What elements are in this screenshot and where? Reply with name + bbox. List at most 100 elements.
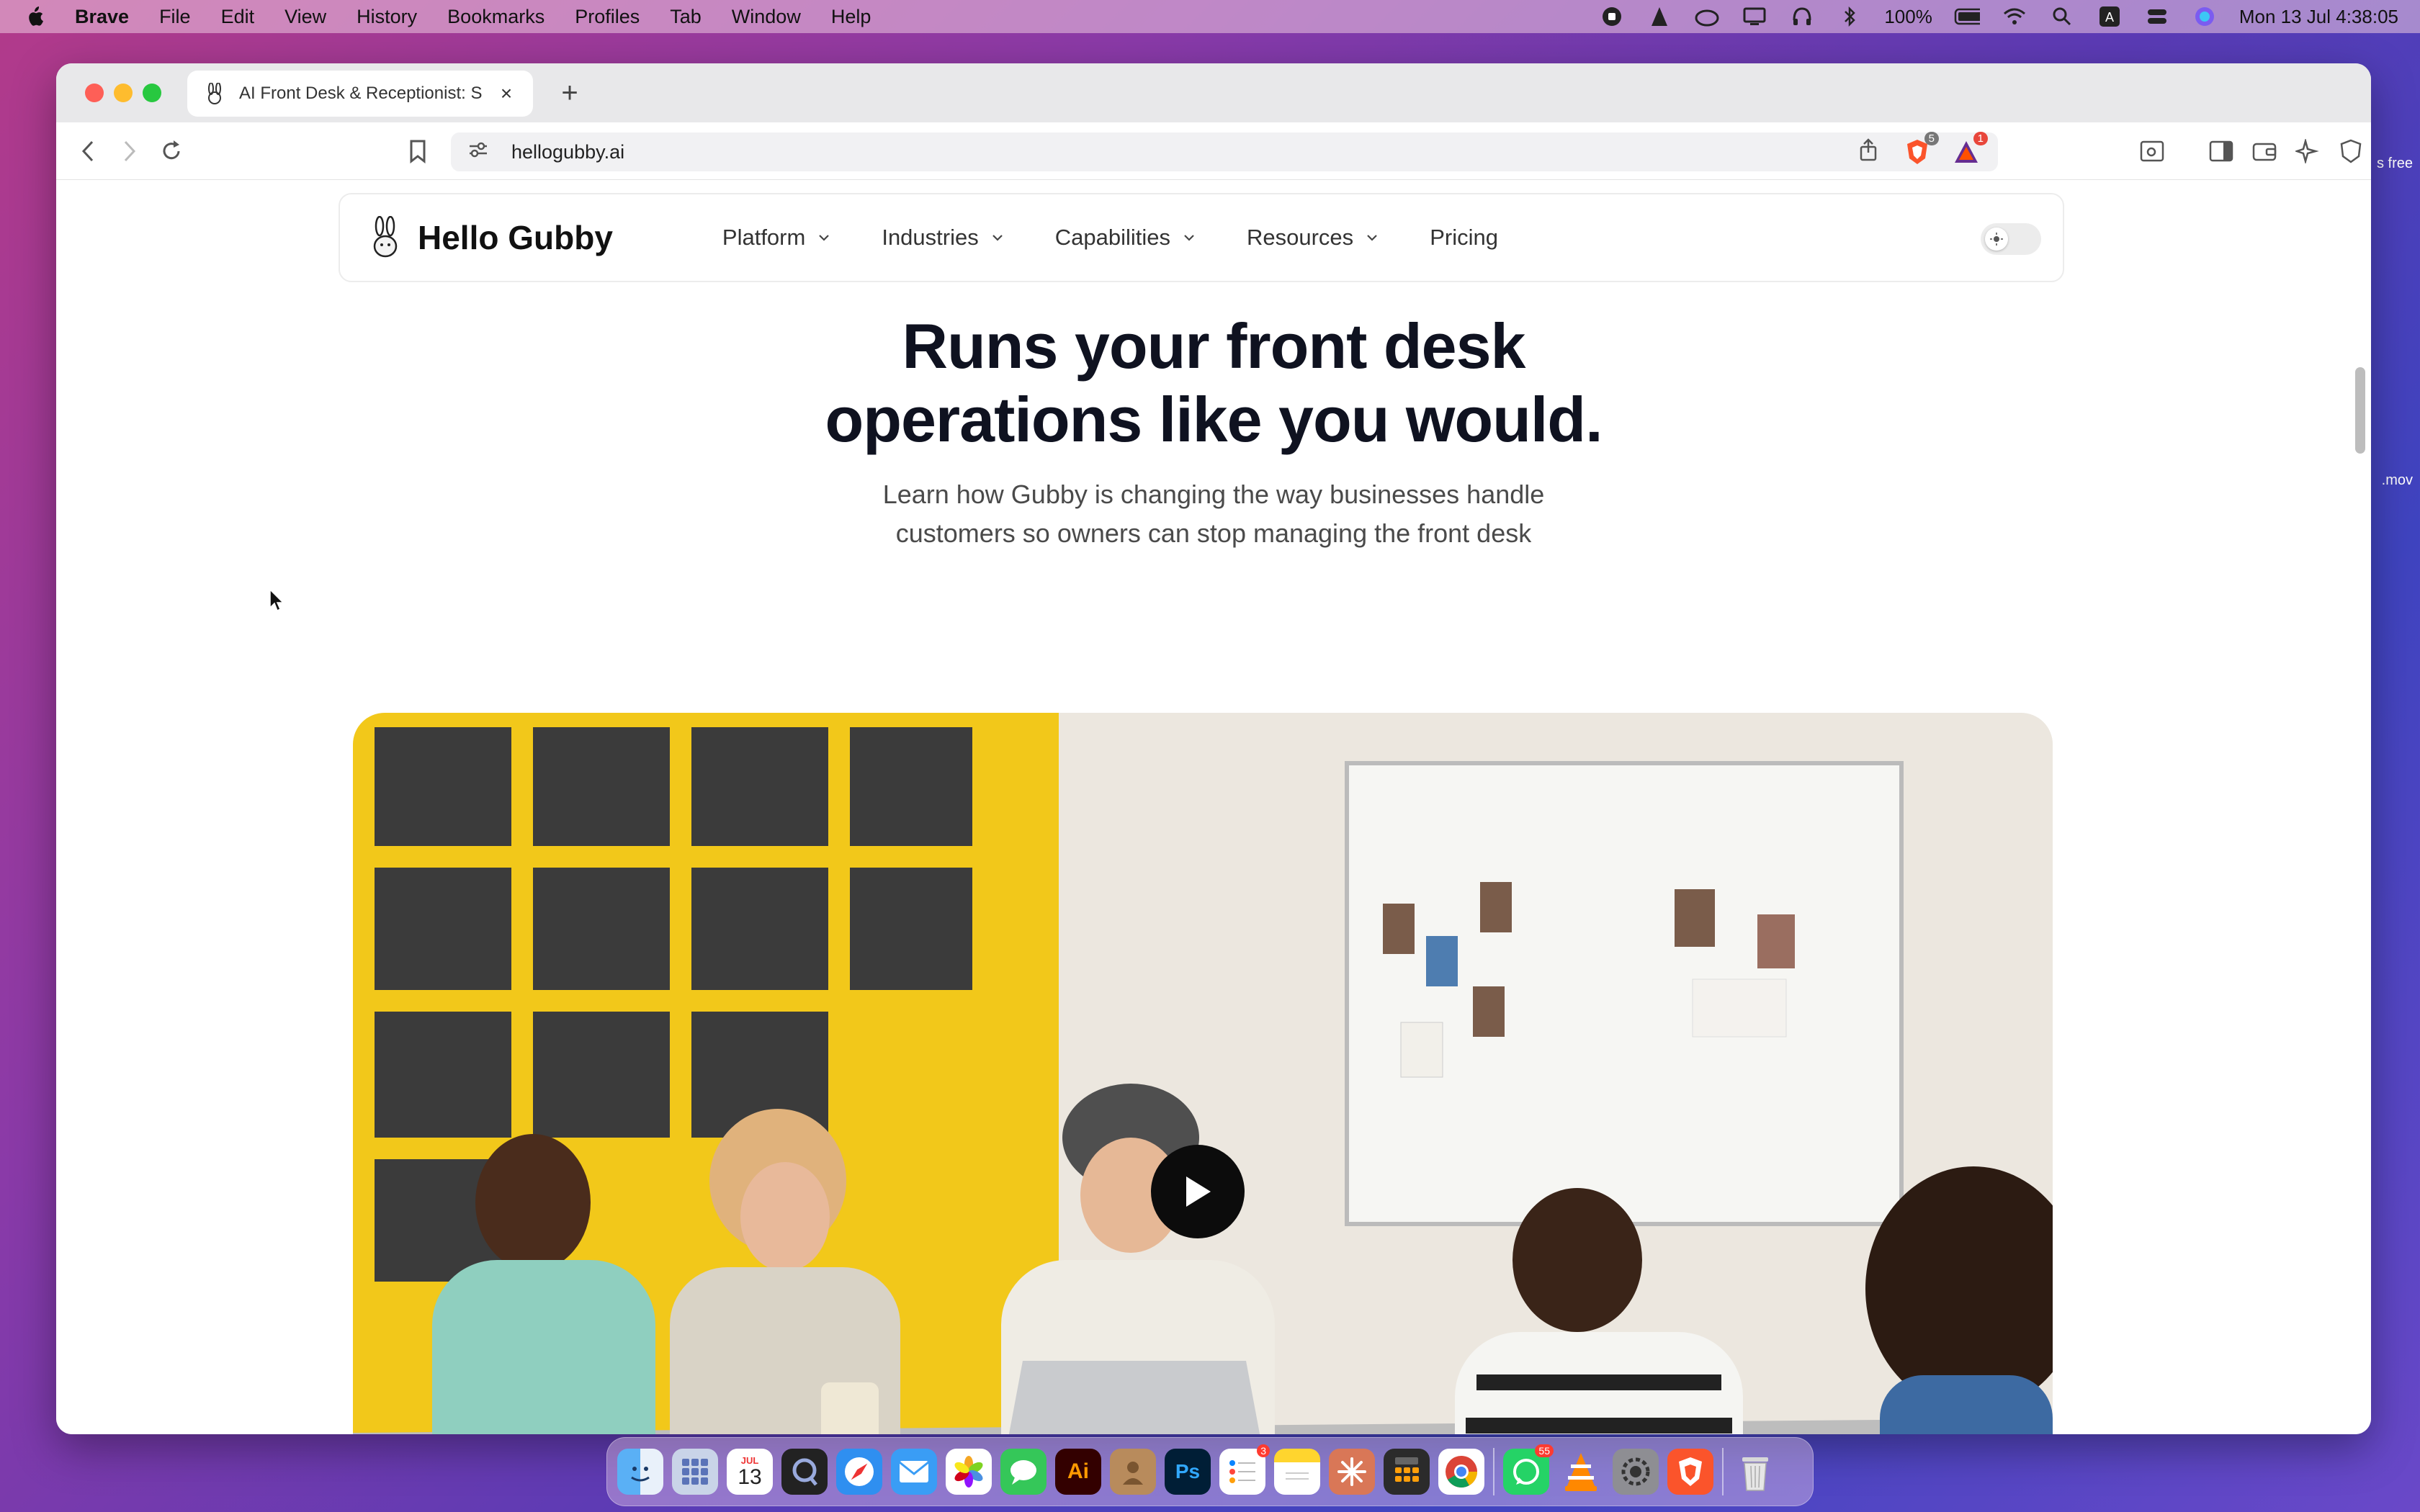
menu-bookmarks[interactable]: Bookmarks (447, 6, 544, 28)
calendar-icon[interactable]: JUL 13 (727, 1449, 773, 1495)
cloud-sync-icon[interactable] (1694, 6, 1720, 27)
vlc-icon[interactable] (1558, 1449, 1604, 1495)
hero-heading-line-2: operations like you would. (825, 384, 1603, 455)
system-settings-icon[interactable] (1613, 1449, 1659, 1495)
mouse-cursor-icon (269, 589, 284, 612)
launchpad-icon[interactable] (672, 1449, 718, 1495)
menu-app-brave[interactable]: Brave (75, 6, 129, 28)
desktop-item-label: s free (2376, 156, 2413, 171)
dock-separator (1493, 1448, 1494, 1495)
menu-help[interactable]: Help (831, 6, 871, 28)
menu-window[interactable]: Window (732, 6, 801, 28)
wifi-icon[interactable] (2002, 6, 2027, 27)
nav-platform-label: Platform (722, 225, 806, 250)
logo-text: Hello Gubby (418, 219, 613, 256)
share-icon[interactable] (1854, 138, 1883, 166)
menu-profiles[interactable]: Profiles (575, 6, 640, 28)
close-tab-icon[interactable]: × (496, 82, 517, 104)
brave-rewards-icon[interactable]: 1 (1952, 132, 1988, 166)
battery-percent: 100% (1884, 5, 1932, 27)
menu-view[interactable]: View (284, 6, 326, 28)
notes-icon[interactable] (1274, 1449, 1320, 1495)
zoom-window-button[interactable] (143, 84, 161, 102)
menu-file[interactable]: File (159, 6, 191, 28)
wallet-icon[interactable] (2250, 137, 2279, 166)
url-input[interactable] (511, 140, 1844, 163)
web-page: Hello Gubby Platform Industries Capabili… (56, 180, 2371, 1434)
airplay-display-icon[interactable] (1742, 6, 1767, 27)
calendar-month: JUL (740, 1454, 759, 1466)
menu-edit[interactable]: Edit (221, 6, 255, 28)
text-input-icon[interactable]: A (2097, 6, 2123, 27)
finder-icon[interactable] (617, 1449, 663, 1495)
headphones-icon[interactable] (1789, 6, 1815, 27)
trash-icon[interactable] (1732, 1449, 1778, 1495)
menubar-clock: Mon 13 Jul 4:38:05 (2238, 5, 2398, 27)
chevron-down-icon (819, 235, 830, 241)
nav-resources[interactable]: Resources (1247, 225, 1378, 251)
browser-toolbar: 5 1 (56, 122, 2371, 180)
new-tab-button[interactable]: + (553, 76, 586, 109)
hero-subheading: Learn how Gubby is changing the way busi… (56, 475, 2371, 553)
close-window-button[interactable] (85, 84, 104, 102)
back-arrow-icon[interactable] (73, 137, 102, 166)
mail-icon[interactable] (891, 1449, 937, 1495)
calculator-icon[interactable] (1384, 1449, 1430, 1495)
chevron-down-icon (1367, 235, 1377, 241)
theme-toggle[interactable] (1981, 223, 2041, 255)
vpn-shield-icon[interactable] (2336, 137, 2365, 166)
macos-dock: JUL 13 Ai Ps 3 55 (606, 1437, 1814, 1506)
claude-icon[interactable] (1329, 1449, 1375, 1495)
quicktime-icon[interactable] (781, 1449, 828, 1495)
hero-heading-line-1: Runs your front desk (902, 310, 1526, 382)
nav-industries[interactable]: Industries (882, 225, 1003, 251)
forward-arrow-icon[interactable] (115, 137, 144, 166)
menu-history[interactable]: History (357, 6, 417, 28)
vlc-status-icon[interactable] (1646, 6, 1672, 27)
nav-pricing[interactable]: Pricing (1430, 225, 1498, 251)
rewards-count-badge: 1 (1973, 132, 1988, 145)
chevron-down-icon (992, 235, 1003, 241)
meeting-photo (353, 713, 2053, 1434)
minimize-window-button[interactable] (114, 84, 133, 102)
address-bar[interactable]: 5 1 (451, 132, 1998, 171)
nav-platform[interactable]: Platform (722, 225, 830, 251)
brave-icon[interactable] (1667, 1449, 1713, 1495)
apple-menu-icon[interactable] (23, 5, 46, 28)
menu-tab[interactable]: Tab (670, 6, 702, 28)
battery-icon[interactable] (1954, 6, 1980, 27)
window-controls (85, 84, 161, 102)
screen-record-icon[interactable] (1599, 6, 1625, 27)
spotlight-search-icon[interactable] (2049, 6, 2075, 27)
siri-icon[interactable] (2192, 6, 2218, 27)
chrome-icon[interactable] (1438, 1449, 1484, 1495)
safari-icon[interactable] (836, 1449, 882, 1495)
leo-ai-icon[interactable] (2293, 137, 2322, 166)
contacts-icon[interactable] (1110, 1449, 1156, 1495)
illustrator-icon[interactable]: Ai (1055, 1449, 1101, 1495)
brave-shields-icon[interactable]: 5 (1903, 132, 1939, 166)
photoshop-icon[interactable]: Ps (1165, 1449, 1211, 1495)
nav-capabilities-label: Capabilities (1054, 225, 1170, 250)
bookmark-icon[interactable] (403, 137, 432, 166)
nav-industries-label: Industries (882, 225, 979, 250)
nav-resources-label: Resources (1247, 225, 1354, 250)
nav-capabilities[interactable]: Capabilities (1055, 225, 1195, 251)
messages-icon[interactable] (1000, 1449, 1047, 1495)
reminders-icon[interactable]: 3 (1219, 1444, 1270, 1495)
page-scrollbar[interactable] (2355, 367, 2365, 454)
site-logo[interactable]: Hello Gubby (366, 216, 613, 259)
sidebar-toggle-icon[interactable] (2207, 137, 2236, 166)
play-video-button[interactable] (1151, 1145, 1245, 1238)
tab-active[interactable]: AI Front Desk & Receptionist: S × (187, 71, 533, 117)
bluetooth-icon[interactable] (1837, 6, 1863, 27)
macos-menubar: Brave File Edit View History Bookmarks P… (0, 0, 2420, 33)
reload-icon[interactable] (157, 137, 186, 166)
reader-mode-icon[interactable] (2138, 137, 2166, 166)
photos-icon[interactable] (946, 1449, 992, 1495)
hero-subheading-line-1: Learn how Gubby is changing the way busi… (882, 480, 1545, 509)
site-settings-icon[interactable] (468, 141, 491, 163)
whatsapp-icon[interactable]: 55 (1503, 1444, 1554, 1495)
control-center-icon[interactable] (2144, 6, 2170, 27)
video-thumbnail[interactable] (353, 713, 2053, 1434)
